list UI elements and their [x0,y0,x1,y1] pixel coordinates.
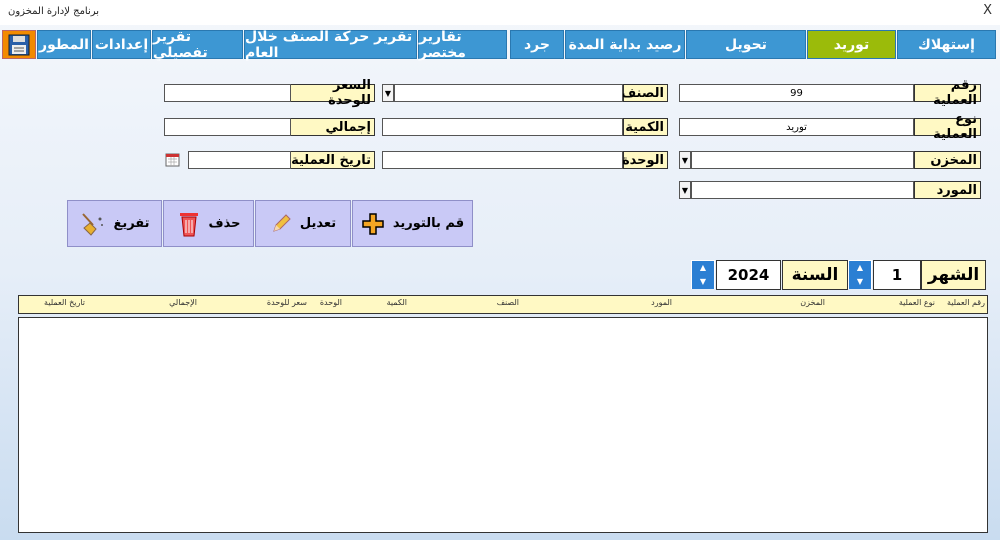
column-header[interactable]: المورد [651,298,672,307]
up-arrow-icon[interactable]: ▲ [849,261,871,275]
year-field[interactable]: 2024 [716,260,781,290]
month-label: الشهر [921,260,986,290]
tab-supply[interactable]: توريد [807,30,896,59]
month-spinner[interactable]: ▲ ▼ [848,260,872,289]
column-header[interactable]: الكمية [387,298,407,307]
total-label: إجمالي [290,118,375,136]
quantity-label: الكمية [623,118,668,136]
delete-button[interactable]: حذف [163,200,254,247]
column-header[interactable]: رقم العملية [947,298,985,307]
table-header: رقم العملية نوع العملية المخزن المورد ال… [18,295,988,314]
price-field[interactable] [164,84,291,102]
tab-transfer[interactable]: تحويل [686,30,806,59]
clear-button-label: تفريغ [113,216,150,231]
supplier-dropdown-button[interactable]: ▼ [679,181,691,199]
title-bar [0,0,1000,25]
down-arrow-icon[interactable]: ▼ [692,275,714,289]
date-label: تاريخ العملية [290,151,375,169]
total-field[interactable] [164,118,291,136]
plus-icon [362,212,384,235]
clear-button[interactable]: تفريغ [67,200,162,247]
column-header[interactable]: الإجمالي [169,298,197,307]
broom-icon [82,212,104,236]
column-header[interactable]: نوع العملية [899,298,935,307]
year-label: السنة [782,260,848,290]
year-spinner[interactable]: ▲ ▼ [691,260,715,289]
tab-settings[interactable]: إعدادات [92,30,151,59]
op-number-label: رقم العملية [914,78,981,108]
op-type-label: نوع العملية [914,112,981,142]
tab-developer[interactable]: المطور [37,30,91,59]
store-dropdown-button[interactable]: ▼ [679,151,691,169]
tab-summary-reports[interactable]: تقارير مختصر [418,29,507,61]
delete-button-label: حذف [208,216,241,231]
unit-label: الوحدة [622,151,668,169]
tab-opening-balance[interactable]: رصيد بداية المدة [565,30,685,59]
store-field[interactable] [691,151,914,169]
close-button[interactable]: X [983,3,992,18]
op-type-field[interactable]: توريد [679,118,914,136]
up-arrow-icon[interactable]: ▲ [692,261,714,275]
item-label: الصنف [621,84,668,102]
op-number-field[interactable]: 99 [679,84,914,102]
tab-inventory[interactable]: جرد [510,30,564,59]
tab-item-movement-report[interactable]: تقرير حركة الصنف خلال العام [244,29,417,61]
operations-grid[interactable] [18,317,988,533]
calendar-icon[interactable] [165,152,180,171]
floppy-disk-icon [8,34,30,55]
save-button[interactable] [2,30,36,59]
tab-consumption[interactable]: إستهلاك [897,30,996,59]
price-label: السعر للوحدة [290,78,375,108]
column-header[interactable]: المخزن [800,298,825,307]
edit-button[interactable]: تعديل [255,200,351,247]
pencil-icon [273,213,291,232]
item-dropdown-button[interactable]: ▼ [382,84,394,102]
item-field[interactable] [394,84,623,102]
quantity-field[interactable] [382,118,623,136]
month-field[interactable]: 1 [873,260,921,290]
column-header[interactable]: تاريخ العملية [44,298,85,307]
column-header[interactable]: الوحدة [320,298,342,307]
supplier-label: المورد [914,181,981,199]
trash-icon [179,212,198,236]
tab-detailed-report[interactable]: تقرير تفصيلي [152,29,243,61]
supplier-field[interactable] [691,181,914,199]
unit-field[interactable] [382,151,623,169]
supply-button-label: قم بالتوريد [392,216,465,231]
store-label: المخزن [914,151,981,169]
column-header[interactable]: سعر للوحدة [267,298,307,307]
date-field[interactable] [188,151,291,169]
column-header[interactable]: الصنف [497,298,519,307]
edit-button-label: تعديل [299,216,337,231]
down-arrow-icon[interactable]: ▼ [849,275,871,289]
window-title: برنامج لإدارة المخزون [8,6,100,17]
supply-button[interactable]: قم بالتوريد [352,200,473,247]
